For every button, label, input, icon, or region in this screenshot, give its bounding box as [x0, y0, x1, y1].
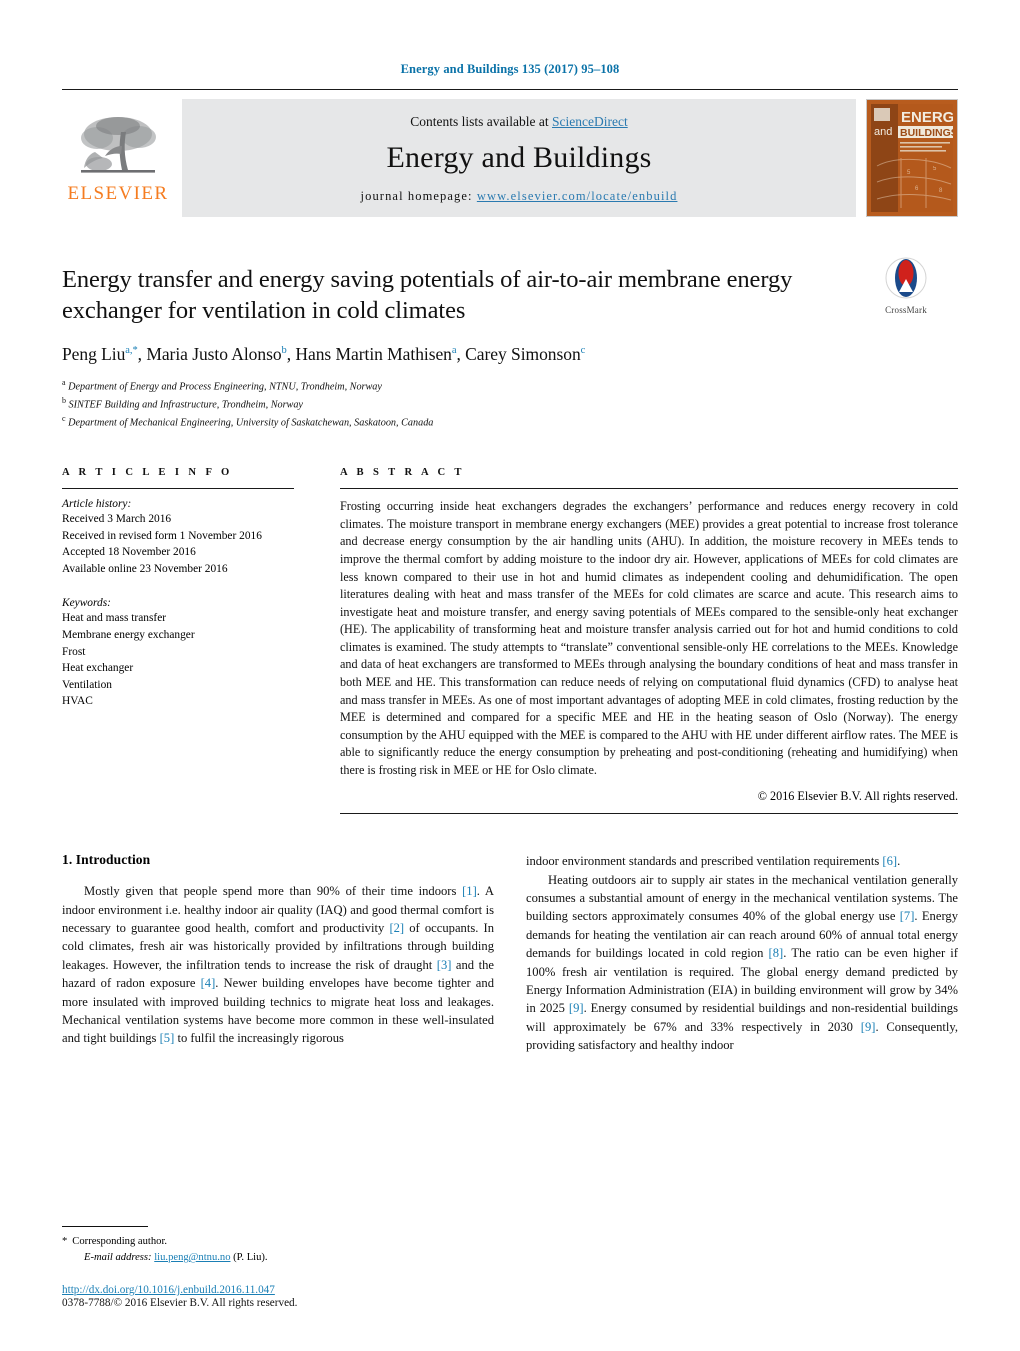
- svg-text:BUILDINGS: BUILDINGS: [900, 127, 953, 139]
- journal-title: Energy and Buildings: [386, 141, 652, 174]
- sciencedirect-link[interactable]: ScienceDirect: [552, 114, 628, 129]
- abstract-text: Frosting occurring inside heat exchanger…: [340, 499, 958, 777]
- affiliation-marker: a: [62, 377, 66, 387]
- citation-ref[interactable]: [4]: [201, 976, 216, 990]
- author-affiliation-marker: a,*: [125, 344, 138, 356]
- citation-ref[interactable]: [9]: [861, 1020, 876, 1034]
- author-affiliation-marker: c: [580, 344, 586, 356]
- citation-ref[interactable]: [7]: [900, 909, 915, 923]
- homepage-label: journal homepage:: [360, 189, 473, 203]
- article-history-item: Received 3 March 2016: [62, 513, 172, 526]
- info-abstract-row: A R T I C L E I N F O Article history: R…: [62, 467, 958, 815]
- corresponding-author-line: * Corresponding author.: [62, 1234, 492, 1250]
- contents-available-line: Contents lists available at ScienceDirec…: [410, 114, 627, 130]
- citation-ref[interactable]: [8]: [769, 946, 784, 960]
- elsevier-wordmark: ELSEVIER: [67, 182, 169, 204]
- journal-cover-thumbnail: ENERGY and BUILDINGS 5: [866, 99, 958, 217]
- keyword-item: Heat exchanger: [62, 662, 134, 675]
- cover-art: ENERGY and BUILDINGS 5: [871, 104, 953, 212]
- paragraph-left-1: Mostly given that people spend more than…: [62, 882, 494, 1047]
- keywords-heading: Keywords:: [62, 597, 111, 610]
- affiliation-item: a Department of Energy and Process Engin…: [62, 377, 382, 393]
- elsevier-logo: ELSEVIER: [62, 99, 182, 217]
- article-history-item: Received in revised form 1 November 2016: [62, 529, 262, 542]
- paragraph-text: Mostly given that people spend more than…: [84, 884, 463, 899]
- article-history-list: Received 3 March 2016 Received in revised…: [62, 511, 294, 577]
- corresponding-author-marker: *: [62, 1236, 68, 1248]
- citation-ref[interactable]: [1]: [462, 884, 477, 898]
- journal-band: Contents lists available at ScienceDirec…: [182, 99, 856, 217]
- email-line: E-mail address: liu.peng@ntnu.no (P. Liu…: [62, 1250, 492, 1266]
- author-name: Hans Martin Mathisen: [295, 343, 452, 364]
- abstract-copyright: © 2016 Elsevier B.V. All rights reserved…: [757, 789, 958, 804]
- affiliation-marker: b: [62, 395, 66, 405]
- title-area: Energy transfer and energy saving potent…: [62, 257, 958, 432]
- svg-text:ENERGY: ENERGY: [901, 109, 953, 126]
- keyword-item: Membrane energy exchanger: [62, 628, 195, 641]
- section-heading-introduction: 1. Introduction: [62, 852, 151, 868]
- crossmark-label: CrossMark: [885, 305, 927, 315]
- paper-page: Energy and Buildings 135 (2017) 95–108 E…: [0, 0, 1020, 1351]
- paragraph-right-2: Heating outdoors air to supply air state…: [526, 871, 958, 1055]
- issn-copyright-line: 0378-7788/© 2016 Elsevier B.V. All right…: [62, 1297, 298, 1309]
- crossmark-icon: [885, 257, 927, 299]
- affiliation-list: a Department of Energy and Process Engin…: [62, 377, 848, 432]
- paragraph-text: Heating outdoors air to supply air state…: [526, 872, 958, 924]
- doi-line[interactable]: http://dx.doi.org/10.1016/j.enbuild.2016…: [62, 1284, 492, 1296]
- journal-homepage-line: journal homepage: www.elsevier.com/locat…: [361, 189, 678, 204]
- abstract-label: A B S T R A C T: [340, 467, 465, 479]
- keyword-item: Frost: [62, 645, 86, 658]
- contents-prefix: Contents lists available at: [410, 114, 552, 129]
- article-info-rule: [62, 488, 294, 490]
- svg-text:and: and: [874, 126, 892, 138]
- article-history-item: Available online 23 November 2016: [62, 562, 228, 575]
- paragraph-right-1: indoor environment standards and prescri…: [526, 852, 958, 870]
- journal-homepage-link[interactable]: www.elsevier.com/locate/enbuild: [477, 189, 678, 203]
- citation-ref[interactable]: [9]: [569, 1001, 584, 1015]
- keyword-item: Heat and mass transfer: [62, 612, 167, 625]
- paragraph-text: .: [897, 854, 901, 869]
- citation-ref[interactable]: [5]: [160, 1031, 175, 1045]
- keyword-item: Ventilation: [62, 678, 112, 691]
- affiliation-item: b SINTEF Building and Infrastructure, Tr…: [62, 395, 303, 411]
- author-affiliation-marker: a: [451, 344, 457, 356]
- keyword-item: HVAC: [62, 695, 93, 708]
- author-name: Carey Simonson: [465, 343, 581, 364]
- corresponding-author-text: Corresponding author.: [72, 1236, 168, 1248]
- running-head: Energy and Buildings 135 (2017) 95–108: [400, 62, 620, 76]
- email-label: E-mail address:: [84, 1252, 152, 1264]
- body-columns: 1. Introduction Mostly given that people…: [62, 852, 958, 1054]
- body-column-left: 1. Introduction Mostly given that people…: [62, 852, 494, 1054]
- footnote-block: * Corresponding author. E-mail address: l…: [62, 1226, 492, 1309]
- body-column-right: indoor environment standards and prescri…: [526, 852, 958, 1054]
- abstract-rule: [340, 488, 958, 490]
- article-info-label: A R T I C L E I N F O: [62, 467, 233, 479]
- elsevier-tree-icon: [81, 116, 156, 173]
- article-history-heading: Article history:: [62, 498, 132, 511]
- keywords-list: Heat and mass transfer Membrane energy ex…: [62, 610, 294, 709]
- page-title: Energy transfer and energy saving potent…: [62, 266, 793, 324]
- footnote-rule: [62, 1226, 148, 1228]
- affiliation-item: c Department of Mechanical Engineering, …: [62, 414, 434, 429]
- author-name: Peng Liu: [62, 343, 126, 364]
- abstract-bottom-rule: [340, 813, 958, 815]
- abstract-column: A B S T R A C T Frosting occurring insid…: [340, 467, 958, 815]
- citation-ref[interactable]: [2]: [389, 921, 404, 935]
- journal-masthead: ELSEVIER Contents lists available at Sci…: [62, 89, 958, 217]
- author-list: Peng Liua,*, Maria Justo Alonsob, Hans M…: [62, 343, 586, 364]
- paragraph-text: indoor environment standards and prescri…: [526, 854, 883, 869]
- email-link[interactable]: liu.peng@ntnu.no: [154, 1252, 230, 1263]
- article-info-column: A R T I C L E I N F O Article history: R…: [62, 467, 294, 814]
- paragraph-text: to fulfil the increasingly rigorous: [174, 1031, 344, 1046]
- crossmark-badge[interactable]: CrossMark: [854, 257, 958, 315]
- doi-link[interactable]: http://dx.doi.org/10.1016/j.enbuild.2016…: [62, 1284, 275, 1296]
- email-suffix: (P. Liu).: [233, 1252, 268, 1264]
- citation-ref[interactable]: [3]: [437, 958, 452, 972]
- author-affiliation-marker: b: [281, 344, 287, 356]
- keywords-block: Keywords: Heat and mass transfer Membrane…: [62, 597, 294, 709]
- citation-ref[interactable]: [6]: [882, 854, 897, 868]
- affiliation-marker: c: [62, 414, 66, 424]
- article-history-item: Accepted 18 November 2016: [62, 546, 196, 559]
- author-name: Maria Justo Alonso: [146, 343, 282, 364]
